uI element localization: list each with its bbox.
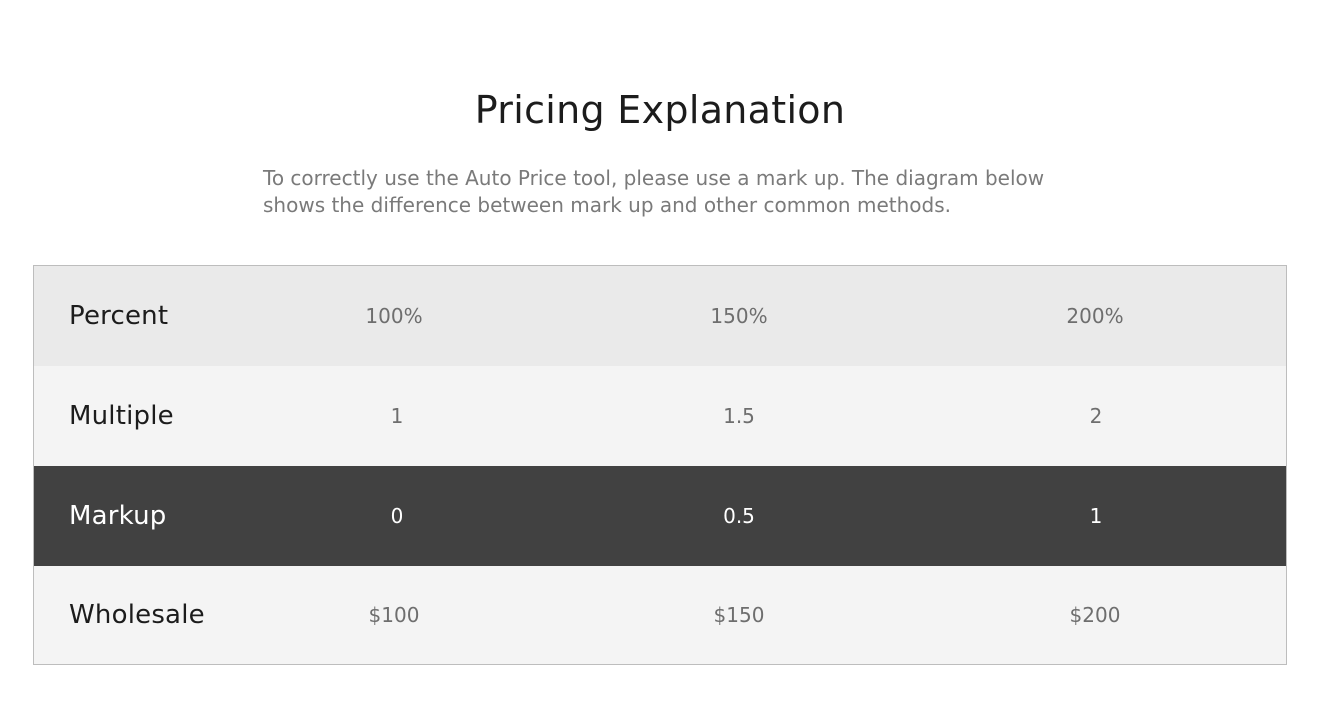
table-cell: 2 xyxy=(1089,404,1103,428)
table-cell: 0.5 xyxy=(723,504,755,528)
table-cell: 200% xyxy=(1066,304,1124,328)
table-row-percent: Percent 100% 150% 200% xyxy=(34,266,1286,366)
row-label-multiple: Multiple xyxy=(69,401,174,431)
page-description: To correctly use the Auto Price tool, pl… xyxy=(263,165,1083,219)
table-cell: 0 xyxy=(390,504,404,528)
table-row-markup: Markup 0 0.5 1 xyxy=(34,466,1286,566)
pricing-table: Percent 100% 150% 200% Multiple 1 1.5 2 … xyxy=(33,265,1287,665)
table-cell: $200 xyxy=(1069,603,1121,627)
table-cell: 1 xyxy=(1089,504,1103,528)
pricing-explanation-page: Pricing Explanation To correctly use the… xyxy=(0,0,1320,704)
table-cell: 150% xyxy=(710,304,768,328)
page-title: Pricing Explanation xyxy=(474,88,846,133)
description-line-1: To correctly use the Auto Price tool, pl… xyxy=(263,166,1045,190)
table-row-wholesale: Wholesale $100 $150 $200 xyxy=(34,566,1286,664)
description-line-2: shows the difference between mark up and… xyxy=(263,193,951,217)
row-label-wholesale: Wholesale xyxy=(69,600,205,630)
table-cell: $150 xyxy=(713,603,765,627)
table-cell: 1 xyxy=(390,404,404,428)
table-cell: $100 xyxy=(368,603,420,627)
table-cell: 1.5 xyxy=(723,404,755,428)
table-row-multiple: Multiple 1 1.5 2 xyxy=(34,366,1286,466)
row-label-markup: Markup xyxy=(69,501,167,531)
row-label-percent: Percent xyxy=(69,301,169,331)
table-cell: 100% xyxy=(365,304,423,328)
